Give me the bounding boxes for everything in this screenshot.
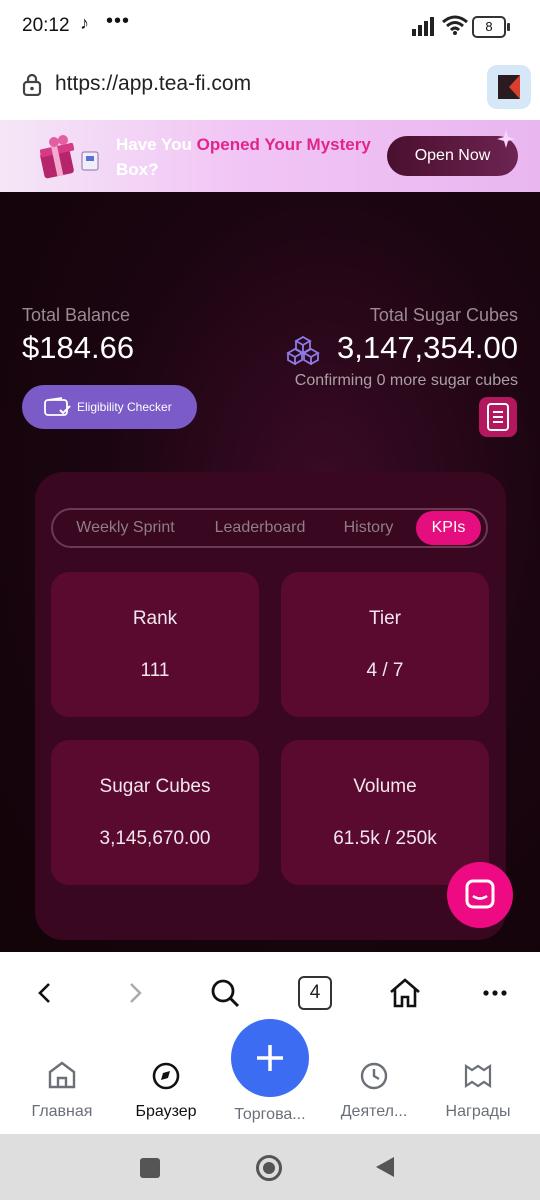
- kpi-value: 4 / 7: [366, 660, 404, 681]
- bottom-tab-label: Награды: [445, 1103, 511, 1120]
- kpi-card-sugar-cubes: Sugar Cubes 3,145,670.00: [51, 740, 259, 885]
- tab-weekly-sprint[interactable]: Weekly Sprint: [63, 510, 188, 546]
- kpi-label: Rank: [132, 608, 178, 629]
- cubes-icon: [286, 335, 320, 365]
- receipt-icon: [487, 403, 509, 431]
- bottom-tab-activity[interactable]: Деятел...: [320, 1034, 428, 1134]
- compass-icon: [152, 1062, 180, 1090]
- home-button[interactable]: [380, 952, 430, 1034]
- total-balance-label: Total Balance: [22, 305, 131, 325]
- kpi-label: Volume: [353, 776, 417, 797]
- chat-icon: [465, 879, 495, 909]
- clock-icon: [360, 1062, 388, 1090]
- bottom-tab-browser[interactable]: Браузер: [112, 1034, 220, 1134]
- trade-fab-button[interactable]: [231, 1019, 309, 1097]
- home-icon: [48, 1061, 76, 1089]
- wallet-check-icon: [44, 397, 71, 416]
- bottom-tab-label: Браузер: [135, 1103, 197, 1120]
- bottom-tab-rewards[interactable]: Награды: [424, 1034, 532, 1134]
- tab-kpis[interactable]: KPIs: [416, 511, 481, 545]
- recents-button[interactable]: [140, 1158, 160, 1178]
- bottom-tab-label: Главная: [31, 1103, 93, 1120]
- tab-history[interactable]: History: [331, 510, 406, 546]
- kpi-card-tier: Tier 4 / 7: [281, 572, 489, 717]
- battery-indicator: 8: [472, 16, 510, 38]
- app-logo-icon: [498, 75, 520, 99]
- lock-icon: [22, 73, 42, 96]
- app-logo[interactable]: [487, 65, 531, 109]
- eligibility-checker-label: Eligibility Checker: [77, 400, 172, 414]
- search-icon: [211, 979, 240, 1008]
- gift-box-icon: [464, 1063, 492, 1089]
- system-nav-bar: [0, 1134, 540, 1200]
- kpi-card-rank: Rank 111: [51, 572, 259, 717]
- dashboard: Total Balance $184.66 Total Sugar Cubes …: [0, 192, 540, 952]
- menu-button[interactable]: [470, 952, 520, 1034]
- plus-icon: [257, 1045, 283, 1071]
- chevron-right-icon: [130, 983, 142, 1003]
- kpi-value: 3,145,670.00: [99, 828, 211, 849]
- status-time: 20:12: [22, 15, 70, 36]
- home-icon: [390, 978, 420, 1008]
- total-sugar-cubes-value: 3,147,354.00: [336, 330, 518, 365]
- transactions-button[interactable]: [479, 397, 517, 437]
- forward-button[interactable]: [110, 952, 160, 1034]
- tab-count: 4: [298, 976, 332, 1010]
- bottom-tab-label: Деятел...: [340, 1103, 408, 1120]
- address-bar[interactable]: https://app.tea-fi.com: [0, 56, 540, 121]
- stats-panel: Weekly Sprint Leaderboard History KPIs R…: [35, 472, 506, 940]
- kpi-label: Sugar Cubes: [99, 776, 211, 797]
- bottom-tab-label: Торгова...: [234, 1106, 306, 1123]
- chevron-left-icon: [38, 983, 50, 1003]
- status-bar: 20:12 ♪ ••• 8: [0, 0, 540, 56]
- signal-icon: [412, 17, 434, 36]
- kpi-value: 111: [140, 660, 170, 681]
- total-sugar-cubes-label: Total Sugar Cubes: [369, 305, 518, 325]
- total-balance-value: $184.66: [22, 330, 135, 365]
- wifi-icon: [442, 15, 468, 35]
- banner-text: Have You Opened Your Mystery Box?: [116, 135, 371, 179]
- gift-icon: [39, 135, 99, 179]
- tiktok-icon: ♪: [80, 13, 89, 33]
- kpi-value: 61.5k / 250k: [333, 828, 437, 849]
- eligibility-checker-button[interactable]: Eligibility Checker: [22, 385, 197, 429]
- back-button[interactable]: [20, 952, 70, 1034]
- sparkle-icon: [497, 130, 515, 148]
- tab-leaderboard[interactable]: Leaderboard: [200, 510, 320, 546]
- kpi-label: Tier: [368, 608, 402, 629]
- back-nav-icon[interactable]: [374, 1155, 396, 1179]
- confirming-text: Confirming 0 more sugar cubes: [294, 372, 518, 389]
- mystery-box-banner: Have You Opened Your Mystery Box? Open N…: [0, 120, 540, 192]
- chat-support-button[interactable]: [447, 862, 513, 928]
- bottom-tab-home[interactable]: Главная: [8, 1034, 116, 1134]
- home-nav-button[interactable]: [256, 1155, 282, 1181]
- more-icon: [483, 990, 507, 996]
- tab-bar: Weekly Sprint Leaderboard History KPIs: [51, 508, 488, 548]
- url-text[interactable]: https://app.tea-fi.com: [55, 72, 251, 96]
- more-notifications-icon: •••: [106, 10, 131, 32]
